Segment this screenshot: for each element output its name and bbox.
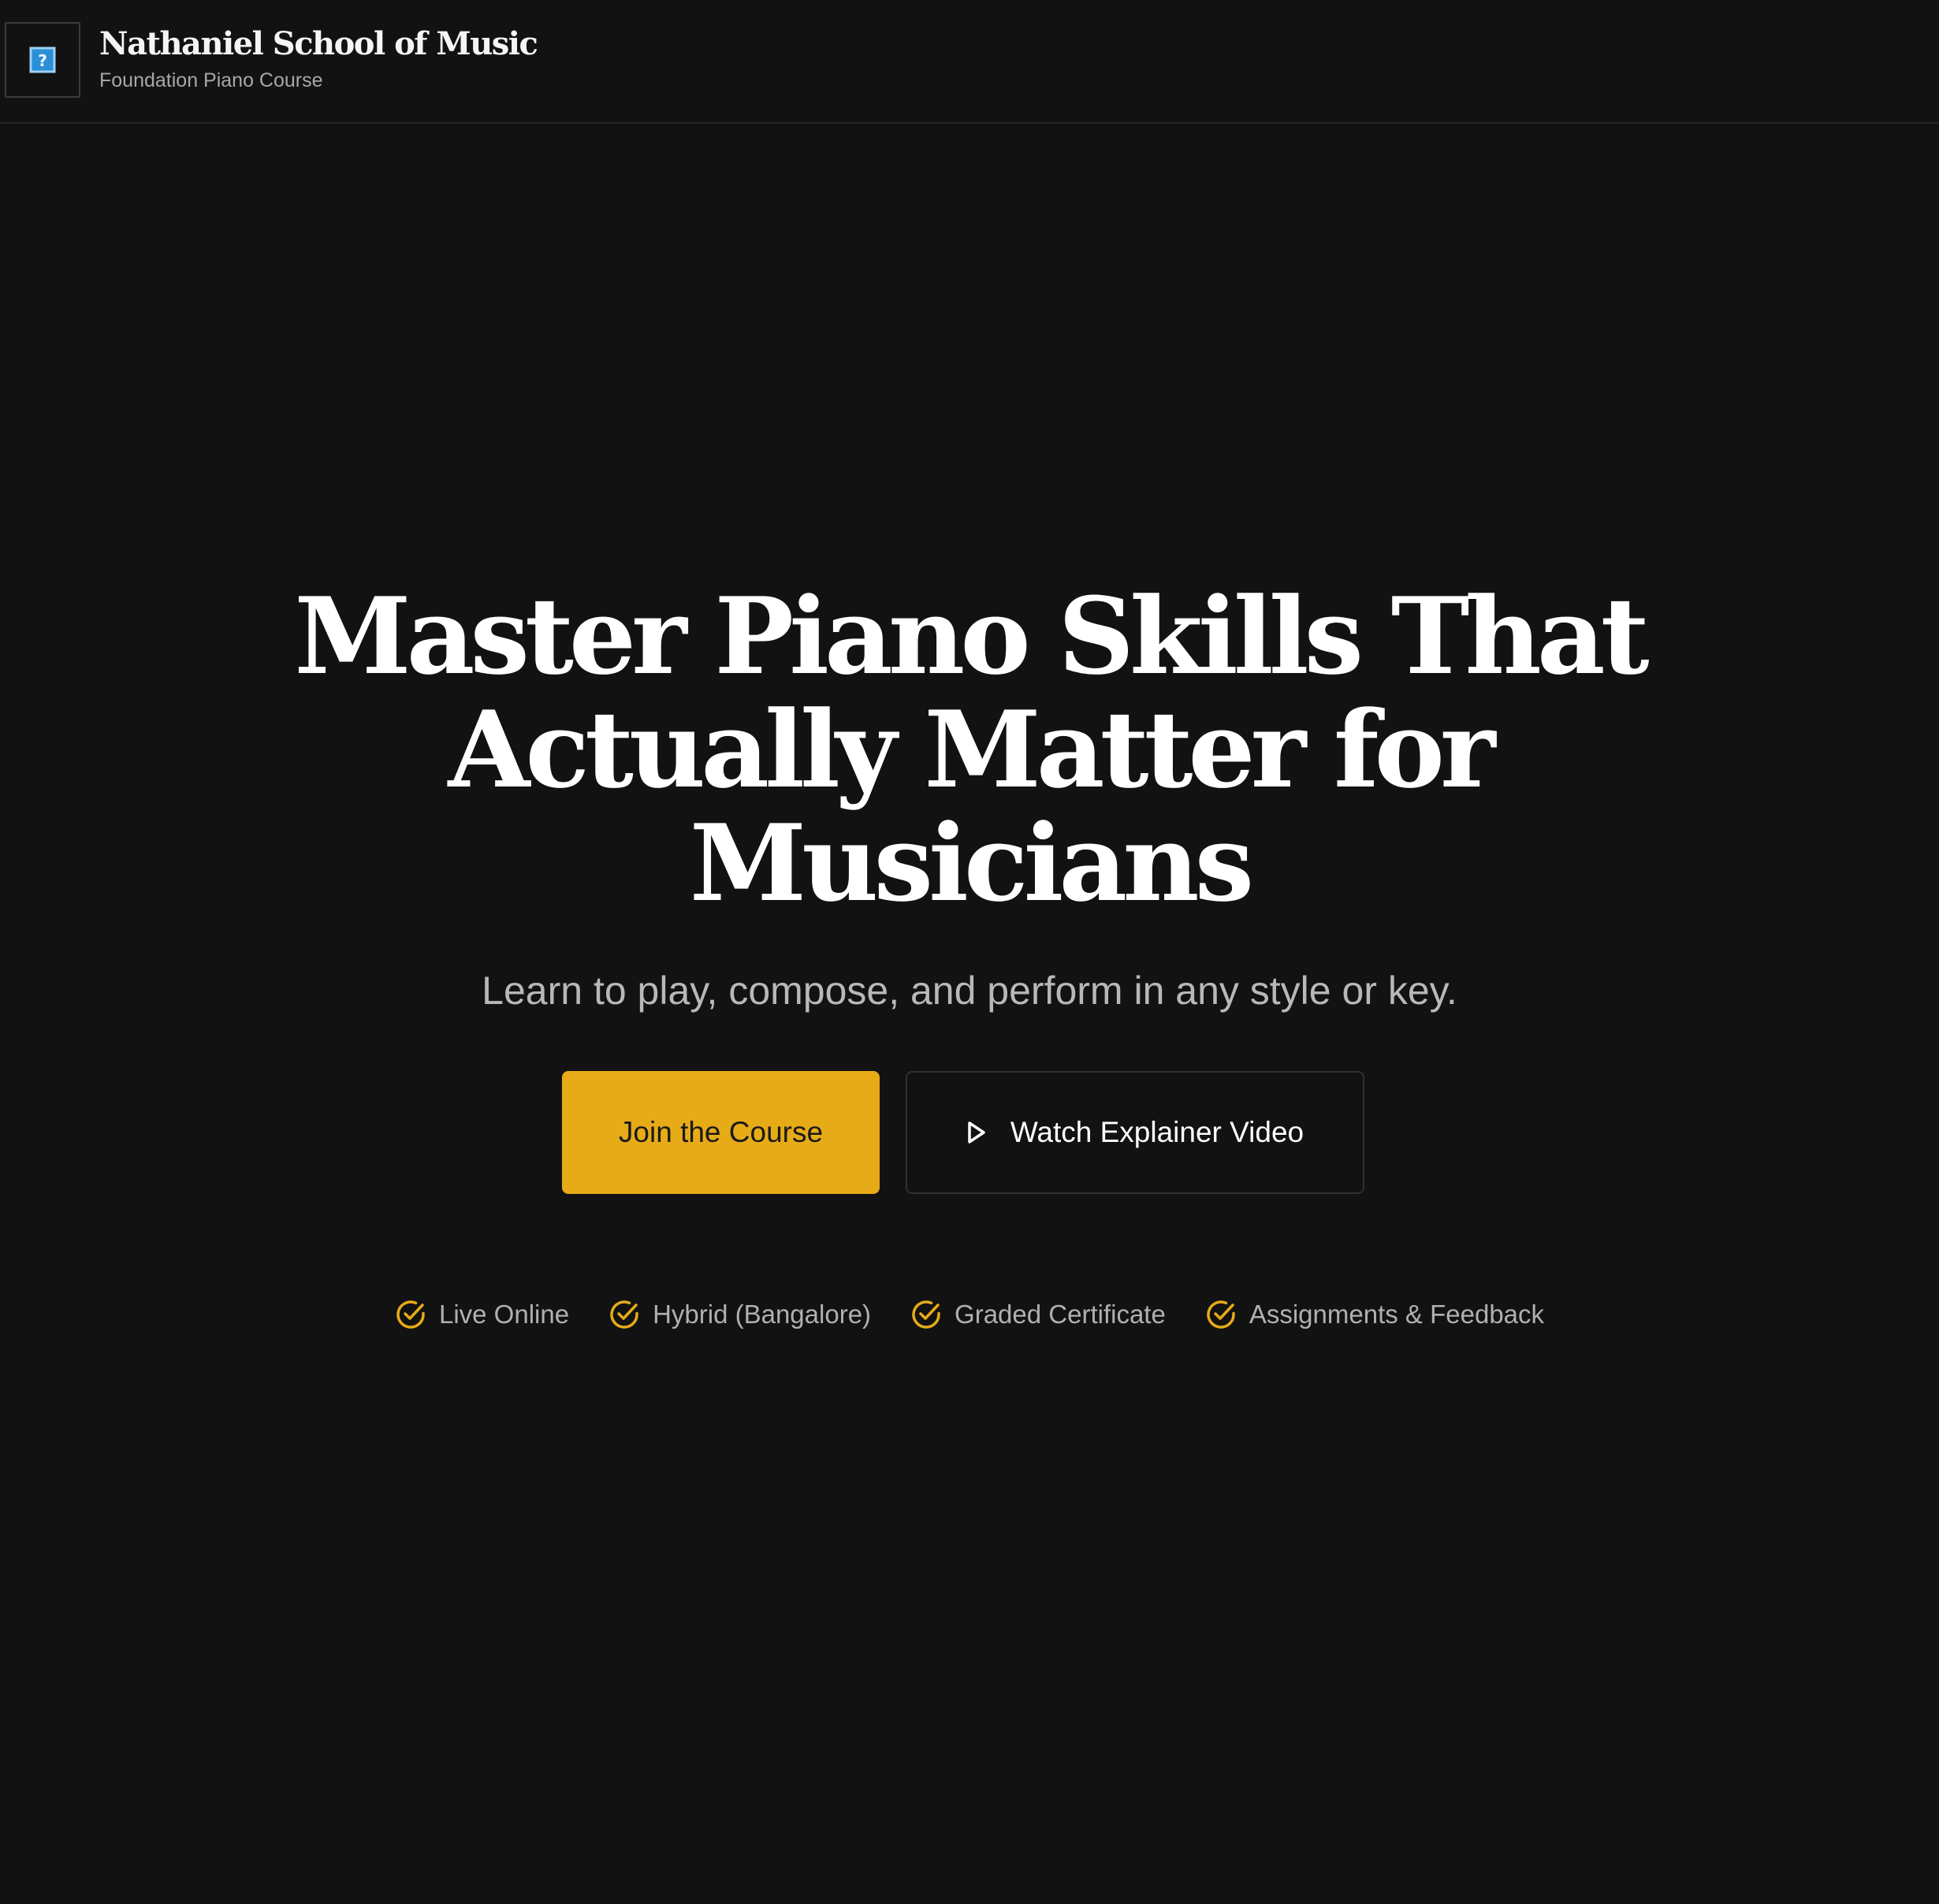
feature-label: Live Online [438, 1300, 570, 1329]
feature-item: Live Online [395, 1299, 569, 1330]
play-icon [966, 1121, 987, 1144]
feature-label: Graded Certificate [955, 1300, 1166, 1329]
logo[interactable]: ? [5, 22, 80, 98]
feature-item: Assignments & Feedback [1205, 1299, 1544, 1330]
feature-list: Live Online Hybrid (Bangalore) Graded Ce… [0, 1292, 1939, 1337]
brand-name[interactable]: Nathaniel School of Music [99, 25, 538, 62]
check-circle-icon [1205, 1299, 1237, 1330]
site-header: ? Nathaniel School of Music Foundation P… [0, 0, 1939, 124]
join-course-label: Join the Course [618, 1116, 824, 1148]
hero-title: Master Piano Skills That Actually Matter… [260, 579, 1679, 920]
feature-item: Hybrid (Bangalore) [608, 1299, 871, 1330]
feature-label: Hybrid (Bangalore) [653, 1300, 872, 1329]
hero-subtitle: Learn to play, compose, and perform in a… [482, 969, 1457, 1013]
feature-label: Assignments & Feedback [1249, 1300, 1545, 1329]
feature-item: Graded Certificate [910, 1299, 1166, 1330]
hero-title-line: Actually Matter for [448, 687, 1495, 812]
brand-subtitle: Foundation Piano Course [99, 69, 323, 91]
hero-title-line: Musicians [689, 801, 1254, 925]
watch-video-label: Watch Explainer Video [1010, 1116, 1304, 1148]
hero-title-line: Master Piano Skills That [294, 574, 1649, 698]
svg-text:?: ? [38, 51, 47, 70]
check-circle-icon [395, 1299, 426, 1330]
check-circle-icon [608, 1299, 640, 1330]
watch-video-button[interactable]: Watch Explainer Video [906, 1071, 1364, 1194]
check-circle-icon [910, 1299, 942, 1330]
broken-image-icon: ? [29, 46, 56, 73]
join-course-button[interactable]: Join the Course [562, 1071, 880, 1194]
